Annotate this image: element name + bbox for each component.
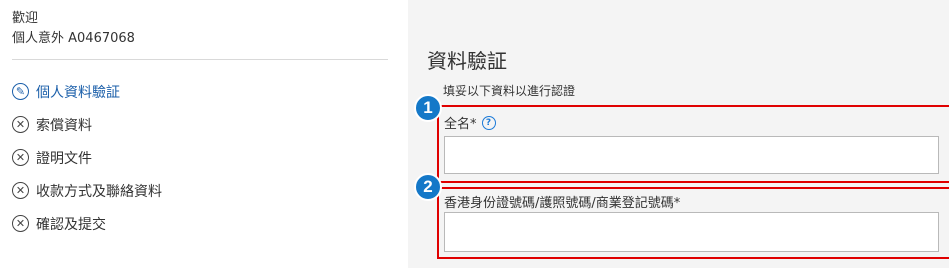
x-circle-icon: ✕ [12, 215, 29, 232]
id-number-label-text: 香港身份證號碼/護照號碼/商業登記號碼* [444, 196, 681, 211]
sidebar: 歡迎 個人意外 A0467068 ✎ 個人資料驗証 ✕ 索償資料 ✕ 證明文件 … [0, 0, 408, 268]
x-circle-icon: ✕ [12, 116, 29, 133]
welcome-text: 歡迎 [12, 11, 39, 26]
fullname-input[interactable] [444, 136, 939, 174]
step-claim-info[interactable]: ✕ 索償資料 [12, 113, 162, 136]
step-badge-1: 1 [414, 94, 442, 122]
fullname-label-text: 全名* [444, 117, 477, 132]
account-label: 個人意外 A0467068 [12, 31, 135, 46]
step-payment-contact[interactable]: ✕ 收款方式及聯絡資料 [12, 179, 162, 202]
page-title: 資料驗証 [427, 49, 507, 73]
step-confirm-submit[interactable]: ✕ 確認及提交 [12, 212, 162, 235]
step-label: 收款方式及聯絡資料 [36, 183, 162, 200]
step-label: 個人資料驗証 [36, 84, 120, 101]
step-label: 確認及提交 [36, 216, 106, 233]
step-personal-verification[interactable]: ✎ 個人資料驗証 [12, 80, 162, 103]
id-number-label: 香港身份證號碼/護照號碼/商業登記號碼* [444, 192, 680, 211]
step-badge-2: 2 [414, 173, 442, 201]
fullname-label: 全名* ? [444, 113, 496, 132]
step-list: ✎ 個人資料驗証 ✕ 索償資料 ✕ 證明文件 ✕ 收款方式及聯絡資料 ✕ 確認及… [12, 80, 162, 245]
x-circle-icon: ✕ [12, 149, 29, 166]
question-icon[interactable]: ? [481, 115, 496, 130]
id-number-input[interactable] [444, 212, 939, 252]
pencil-icon: ✎ [12, 83, 29, 100]
page-subtitle: 填妥以下資料以進行認證 [443, 84, 576, 98]
x-circle-icon: ✕ [12, 182, 29, 199]
welcome-block: 歡迎 個人意外 A0467068 [12, 9, 135, 49]
step-documents[interactable]: ✕ 證明文件 [12, 146, 162, 169]
step-label: 索償資料 [36, 117, 92, 134]
step-label: 證明文件 [36, 150, 92, 167]
main-panel: 資料驗証 填妥以下資料以進行認證 全名* ? 香港身份證號碼/護照號碼/商業登記… [408, 0, 949, 268]
divider [12, 59, 388, 60]
